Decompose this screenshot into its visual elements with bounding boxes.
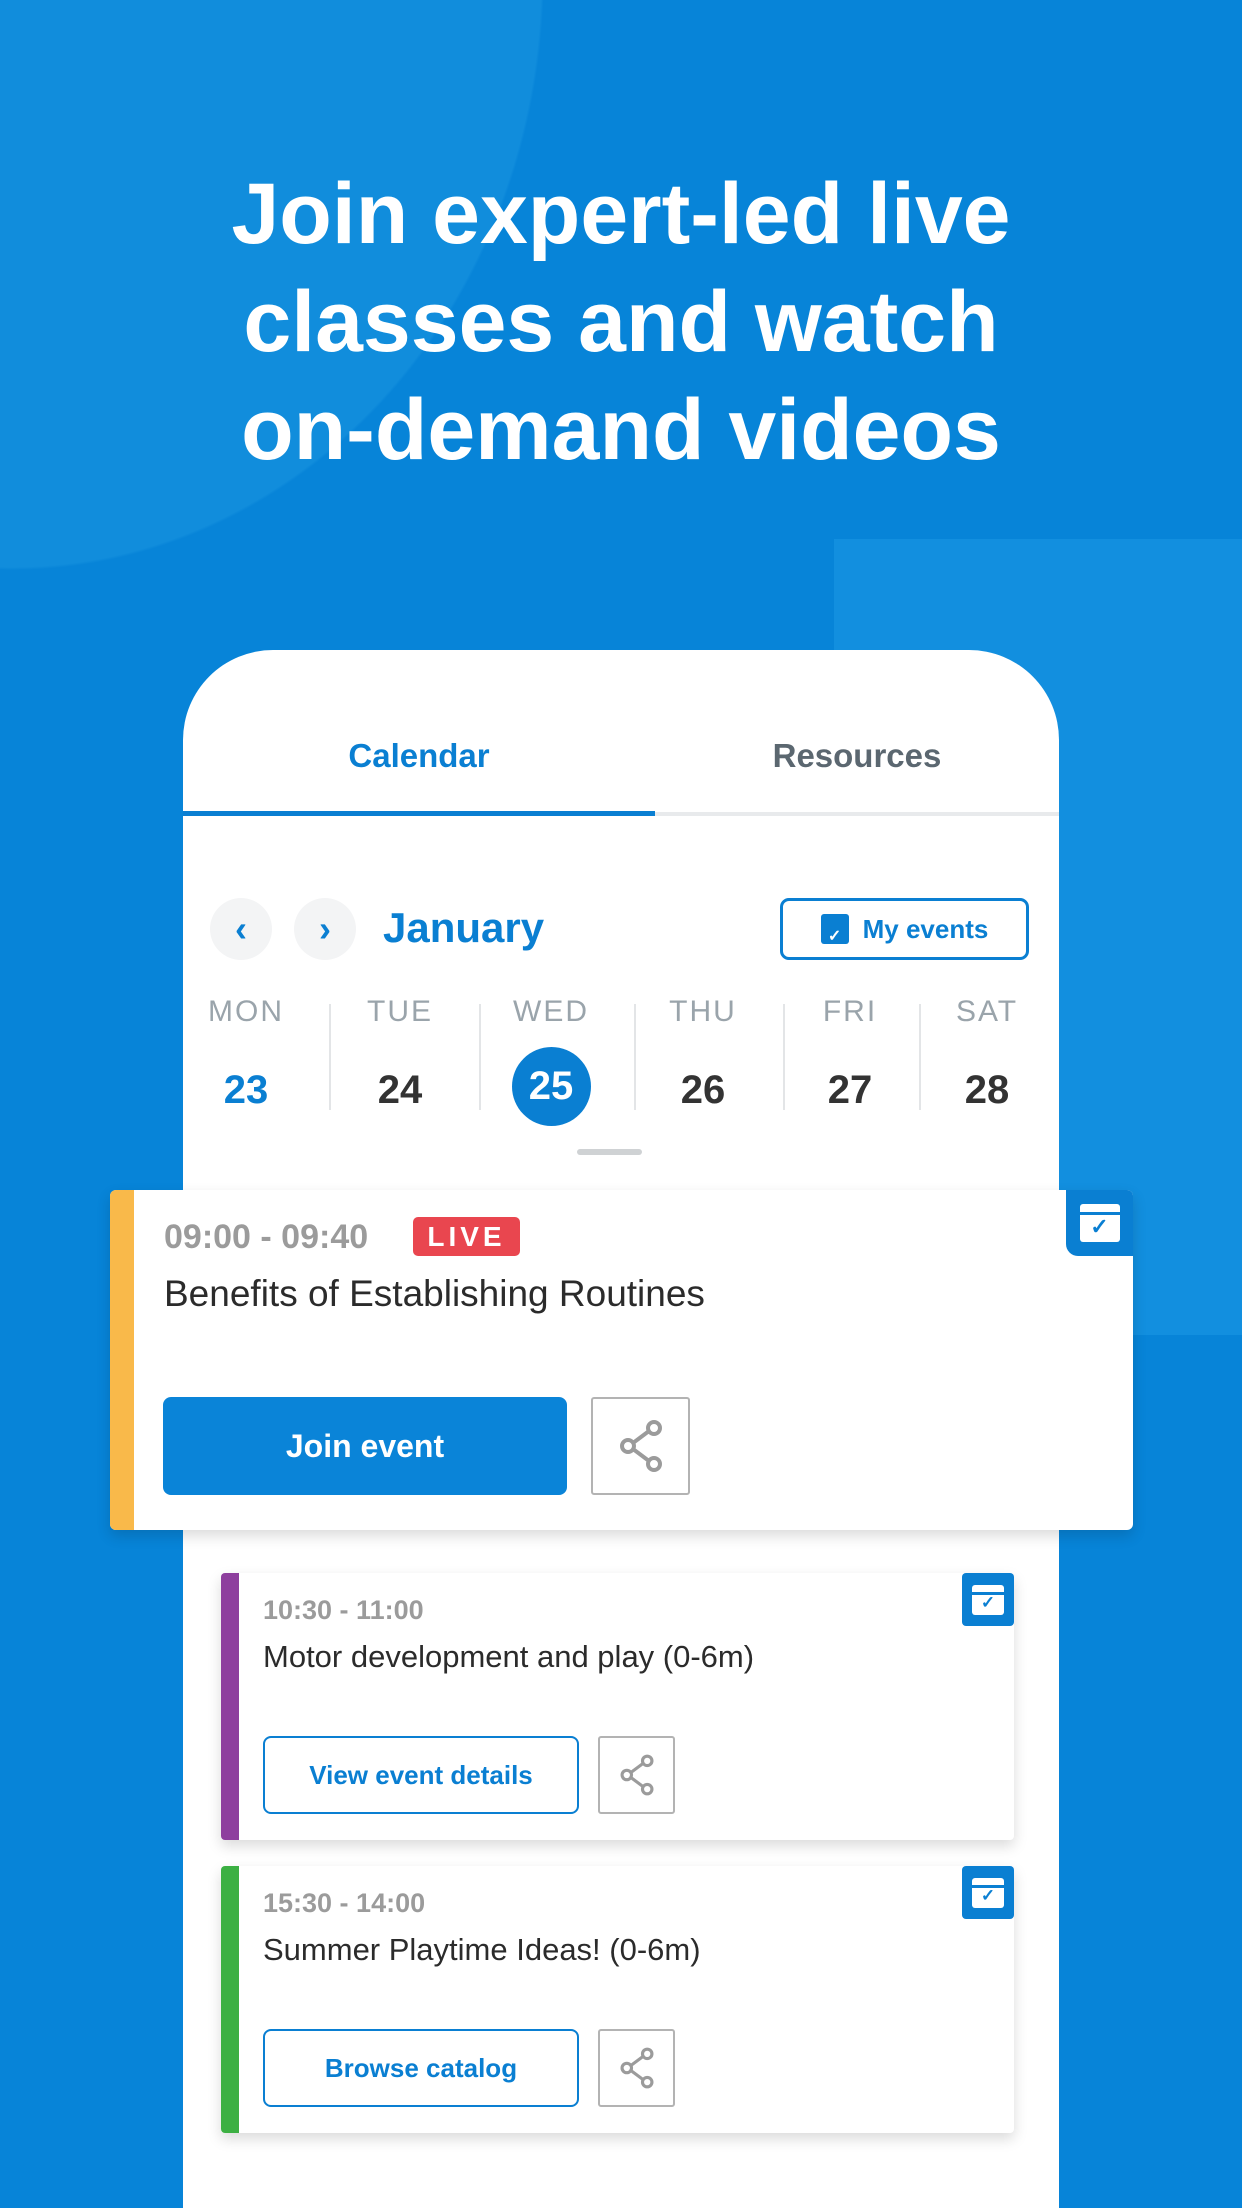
share-button[interactable] [598, 2029, 675, 2107]
day-thu[interactable]: THU 26 [628, 995, 778, 1130]
calendar-check-icon: ✓ [820, 914, 849, 945]
tab-active-indicator [183, 811, 655, 816]
event-card-live: ✓ 09:00 - 09:40 LIVE Benefits of Establi… [110, 1190, 1133, 1530]
day-name: THU [669, 995, 737, 1028]
day-number: 24 [377, 1068, 423, 1112]
my-events-label: My events [862, 913, 989, 944]
chevron-left-icon: ‹ [235, 908, 247, 949]
day-wed[interactable]: WED 25 [476, 995, 626, 1126]
event-card: ✓ 15:30 - 14:00 Summer Playtime Ideas! (… [221, 1866, 1014, 2133]
day-name: MON [208, 995, 284, 1028]
event-color-bar [221, 1573, 239, 1840]
add-to-calendar-button[interactable]: ✓ [962, 1573, 1014, 1626]
event-color-bar [110, 1190, 134, 1530]
day-divider [479, 1004, 481, 1110]
day-divider [634, 1004, 636, 1110]
day-tue[interactable]: TUE 24 [325, 995, 475, 1130]
calendar-check-icon: ✓ [972, 1877, 1004, 1908]
live-badge: LIVE [413, 1217, 520, 1256]
event-time: 09:00 - 09:40 [164, 1218, 369, 1256]
browse-catalog-button[interactable]: Browse catalog [263, 2029, 579, 2107]
view-event-details-button[interactable]: View event details [263, 1736, 579, 1814]
prev-month-button[interactable]: ‹ [210, 898, 272, 960]
day-sat[interactable]: SAT 28 [912, 995, 1062, 1130]
headline-line: Join expert-led live [231, 166, 1011, 262]
event-time: 15:30 - 14:00 [263, 1888, 426, 1918]
day-fri[interactable]: FRI 27 [775, 995, 925, 1130]
tab-calendar[interactable]: Calendar [183, 737, 655, 775]
add-to-calendar-button[interactable]: ✓ [1066, 1190, 1133, 1256]
share-icon [620, 2047, 654, 2089]
share-icon [619, 1420, 662, 1472]
day-number-selected: 25 [511, 1047, 591, 1126]
chevron-right-icon: › [319, 908, 331, 949]
join-event-button[interactable]: Join event [163, 1397, 567, 1495]
day-mon[interactable]: MON 23 [171, 995, 321, 1130]
my-events-button[interactable]: ✓ My events [780, 898, 1029, 960]
next-month-button[interactable]: › [294, 898, 356, 960]
share-icon [620, 1754, 654, 1796]
share-button[interactable] [591, 1397, 690, 1495]
event-title: Motor development and play (0-6m) [263, 1639, 755, 1674]
day-divider [919, 1004, 921, 1110]
day-number: 23 [223, 1068, 269, 1112]
day-number: 26 [680, 1068, 726, 1112]
month-label: January [383, 904, 545, 951]
headline-line: on-demand videos [241, 382, 1001, 478]
event-color-bar [221, 1866, 239, 2133]
share-button[interactable] [598, 1736, 675, 1814]
calendar-check-icon: ✓ [972, 1584, 1004, 1615]
event-title: Summer Playtime Ideas! (0-6m) [263, 1932, 701, 1967]
day-name: FRI [822, 995, 878, 1028]
drag-handle[interactable] [577, 1149, 642, 1155]
day-number: 27 [827, 1068, 873, 1112]
tab-resources[interactable]: Resources [655, 737, 1059, 775]
headline-line: classes and watch [243, 274, 999, 370]
calendar-check-icon: ✓ [1079, 1204, 1120, 1242]
day-name: SAT [955, 995, 1019, 1028]
day-name: WED [513, 995, 589, 1028]
day-name: TUE [367, 995, 433, 1028]
day-divider [783, 1004, 785, 1110]
day-number: 28 [964, 1068, 1010, 1112]
event-title: Benefits of Establishing Routines [164, 1273, 705, 1314]
event-card: ✓ 10:30 - 11:00 Motor development and pl… [221, 1573, 1014, 1840]
headline: Join expert-led live classes and watch o… [0, 160, 1242, 484]
day-divider [329, 1004, 331, 1110]
add-to-calendar-button[interactable]: ✓ [962, 1866, 1014, 1919]
event-time: 10:30 - 11:00 [263, 1595, 424, 1625]
